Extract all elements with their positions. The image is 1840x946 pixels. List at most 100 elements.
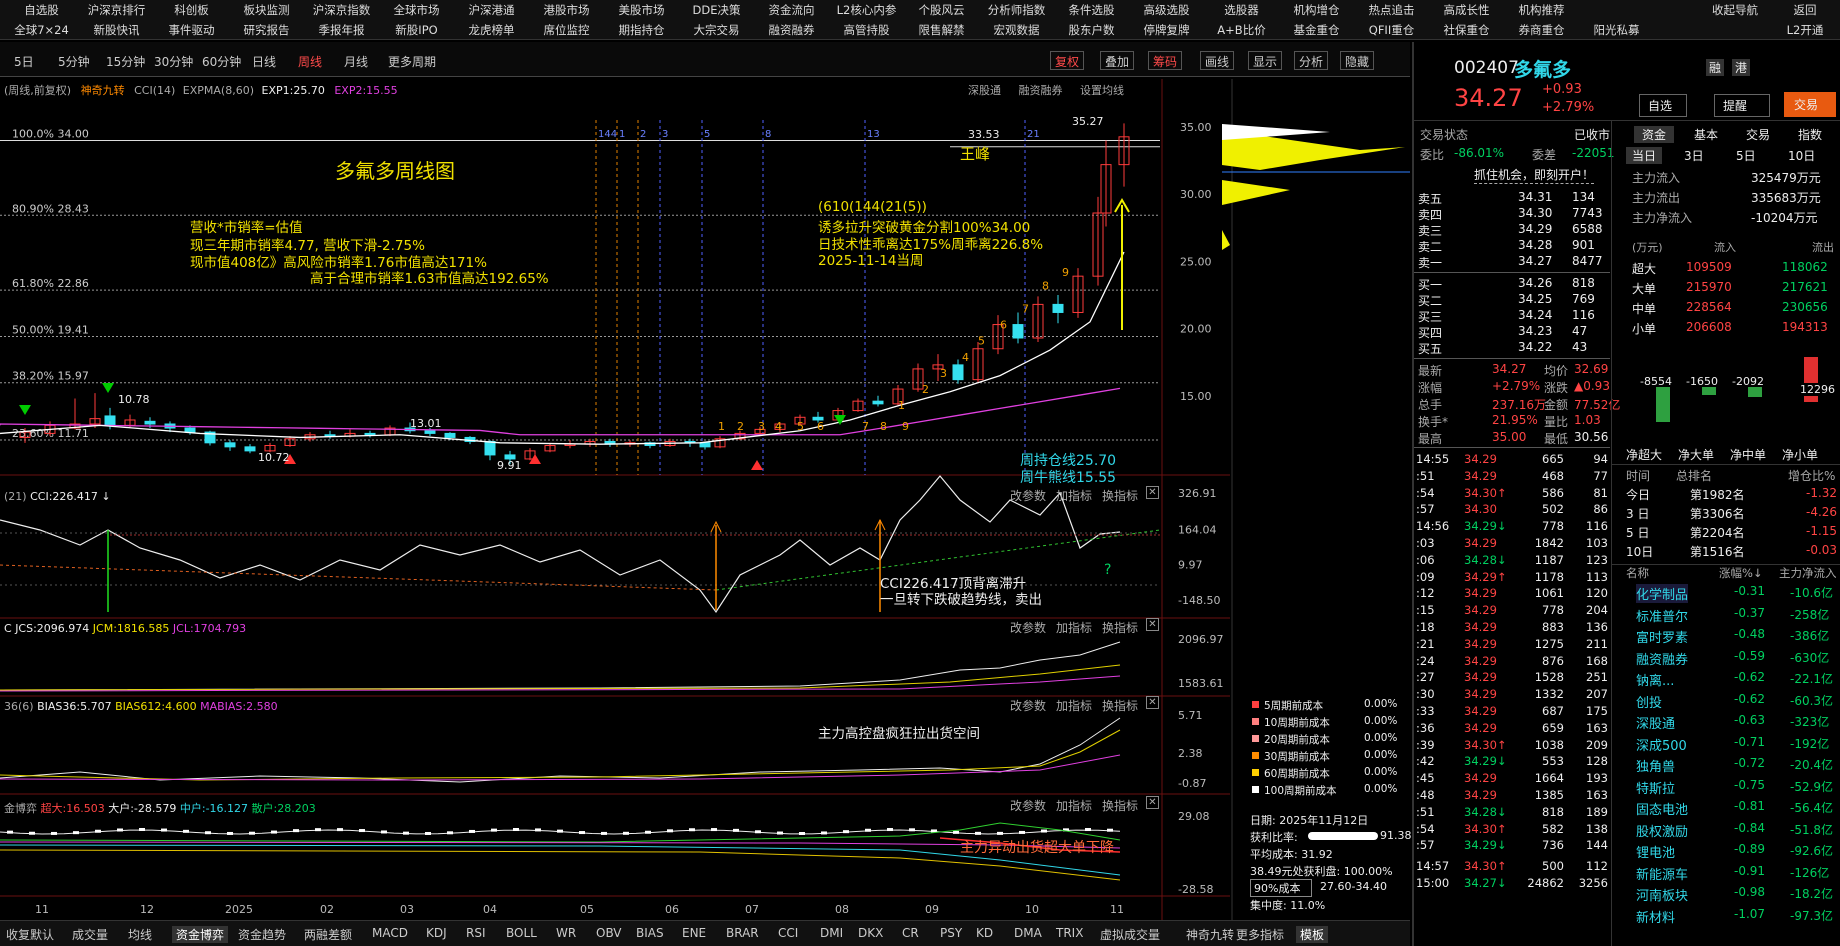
toolbar-3-button[interactable]: 画线 (1200, 51, 1235, 70)
submenu-item[interactable]: 阳光私募 (1579, 22, 1654, 38)
submenu-item[interactable]: 研究报告 (229, 22, 304, 38)
indicator-tab[interactable]: 模板 (1296, 926, 1329, 943)
menu-item[interactable]: 个股风云 (904, 2, 979, 18)
panel-control-0[interactable]: 改参数 (1010, 797, 1046, 814)
menu-item[interactable]: 科创板 (154, 2, 229, 18)
indicator-tab[interactable]: BOLL (506, 926, 537, 940)
watchlist-button[interactable]: 自选 (1639, 94, 1688, 117)
indicator-tab[interactable]: CR (902, 926, 919, 940)
panel-control-2[interactable]: 换指标 (1102, 697, 1138, 714)
toolbar-5-button[interactable]: 分析 (1294, 51, 1329, 70)
indicator-tab[interactable]: ENE (682, 926, 706, 940)
submenu-item[interactable]: 大宗交易 (679, 22, 754, 38)
period-tab[interactable]: 5分钟 (58, 53, 90, 70)
indicator-tab[interactable]: KD (976, 926, 993, 940)
sector-name[interactable]: 富时罗素 (1636, 627, 1688, 646)
alert-button[interactable]: 提醒 (1714, 94, 1771, 117)
period-tab[interactable]: 60分钟 (202, 53, 241, 70)
fund-tab[interactable]: 指数 (1790, 126, 1830, 143)
indicator-tab[interactable]: 收复默认 (6, 926, 54, 943)
indicator-tab[interactable]: DMA (1014, 926, 1042, 940)
menu-item[interactable]: 沪深京排行 (79, 2, 154, 18)
indicator-tab[interactable]: KDJ (426, 926, 447, 940)
sector-name[interactable]: 创投 (1636, 692, 1662, 711)
menu-item[interactable]: 热点追击 (1354, 2, 1429, 18)
submenu-item[interactable]: 新股IPO (379, 22, 454, 38)
fund-period[interactable]: 10日 (1782, 147, 1821, 164)
submenu-item[interactable]: A+B比价 (1204, 22, 1279, 38)
menu-item[interactable]: 机构增仓 (1279, 2, 1354, 18)
submenu-item[interactable]: 龙虎榜单 (454, 22, 529, 38)
sector-name[interactable]: 新能源车 (1636, 864, 1688, 883)
sector-name[interactable]: 锂电池 (1636, 842, 1675, 861)
period-tab[interactable]: 月线 (344, 53, 368, 70)
toolbar-6-button[interactable]: 隐藏 (1340, 51, 1375, 70)
menu-item[interactable]: 返回 (1770, 2, 1840, 18)
submenu-item[interactable]: L2开通 (1770, 22, 1840, 38)
promo-link[interactable]: 抓住机会，即刻开户！ (1474, 166, 1595, 184)
panel-control-2[interactable]: 换指标 (1102, 487, 1138, 504)
fund-period[interactable]: 5日 (1730, 147, 1762, 164)
close-icon[interactable]: ✕ (1146, 486, 1159, 499)
indicator-tab[interactable]: 成交量 (72, 926, 108, 943)
menu-item[interactable]: 港股市场 (529, 2, 604, 18)
sector-name[interactable]: 特斯拉 (1636, 778, 1675, 797)
toolbar-0-button[interactable]: 复权 (1050, 51, 1085, 70)
menu-item[interactable]: 收起导航 (1700, 2, 1770, 18)
menu-item[interactable]: 高成长性 (1429, 2, 1504, 18)
sector-name[interactable]: 固态电池 (1636, 799, 1688, 818)
period-tab[interactable]: 15分钟 (106, 53, 145, 70)
menu-item[interactable]: 美股市场 (604, 2, 679, 18)
sector-name[interactable]: 钠离... (1636, 670, 1674, 689)
menu-item[interactable]: 资金流向 (754, 2, 829, 18)
fund-tab[interactable]: 资金 (1634, 126, 1675, 143)
indicator-tab[interactable]: 两融差额 (304, 926, 352, 943)
menu-item[interactable]: 全球市场 (379, 2, 454, 18)
sector-name[interactable]: 标准普尔 (1636, 606, 1688, 625)
sector-name[interactable]: 股权激励 (1636, 821, 1688, 840)
menu-item[interactable]: L2核心内参 (829, 2, 904, 18)
indicator-tab[interactable]: 虚拟成交量 (1100, 926, 1160, 943)
close-icon[interactable]: ✕ (1146, 618, 1159, 631)
sector-name[interactable]: 独角兽 (1636, 756, 1675, 775)
submenu-item[interactable]: 融资融券 (754, 22, 829, 38)
panel-control-0[interactable]: 改参数 (1010, 697, 1046, 714)
submenu-item[interactable]: 限售解禁 (904, 22, 979, 38)
submenu-item[interactable]: 社保重仓 (1429, 22, 1504, 38)
indicator-tab[interactable]: 资金趋势 (238, 926, 286, 943)
panel-control-1[interactable]: 加指标 (1056, 487, 1092, 504)
toolbar-2-button[interactable]: 筹码 (1148, 51, 1183, 70)
submenu-item[interactable]: QFII重仓 (1354, 22, 1429, 38)
toolbar-4-button[interactable]: 显示 (1248, 51, 1283, 70)
fund-tab[interactable]: 交易 (1738, 126, 1778, 143)
indicator-tab[interactable]: CCI (778, 926, 798, 940)
sector-name[interactable]: 深成500 (1636, 735, 1687, 754)
close-icon[interactable]: ✕ (1146, 796, 1159, 809)
indicator-tab[interactable]: TRIX (1056, 926, 1083, 940)
period-tab[interactable]: 日线 (252, 53, 276, 70)
indicator-tab[interactable]: BRAR (726, 926, 759, 940)
sector-name[interactable]: 河南板块 (1636, 885, 1688, 904)
period-tab[interactable]: 5日 (14, 53, 34, 70)
period-tab[interactable]: 周线 (298, 53, 322, 70)
indicator-tab[interactable]: WR (556, 926, 576, 940)
trade-button[interactable]: 交易 (1784, 92, 1837, 117)
submenu-item[interactable]: 宏观数据 (979, 22, 1054, 38)
menu-item[interactable]: 机构推荐 (1504, 2, 1579, 18)
indicator-tab[interactable]: PSY (940, 926, 962, 940)
submenu-item[interactable]: 停牌复牌 (1129, 22, 1204, 38)
submenu-item[interactable]: 期指持仓 (604, 22, 679, 38)
menu-item[interactable]: 选股器 (1204, 2, 1279, 18)
submenu-item[interactable]: 券商重仓 (1504, 22, 1579, 38)
fund-period[interactable]: 当日 (1626, 147, 1663, 164)
indicator-tab[interactable]: DMI (820, 926, 843, 940)
panel-control-1[interactable]: 加指标 (1056, 797, 1092, 814)
toolbar-1-button[interactable]: 叠加 (1100, 51, 1135, 70)
menu-item[interactable]: DDE决策 (679, 2, 754, 18)
menu-item[interactable]: 分析师指数 (979, 2, 1054, 18)
cost-select[interactable]: 90%成本 (1250, 879, 1312, 897)
fund-period[interactable]: 3日 (1678, 147, 1710, 164)
menu-item[interactable]: 沪深港通 (454, 2, 529, 18)
indicator-tab[interactable]: MACD (372, 926, 408, 940)
close-icon[interactable]: ✕ (1146, 696, 1159, 709)
